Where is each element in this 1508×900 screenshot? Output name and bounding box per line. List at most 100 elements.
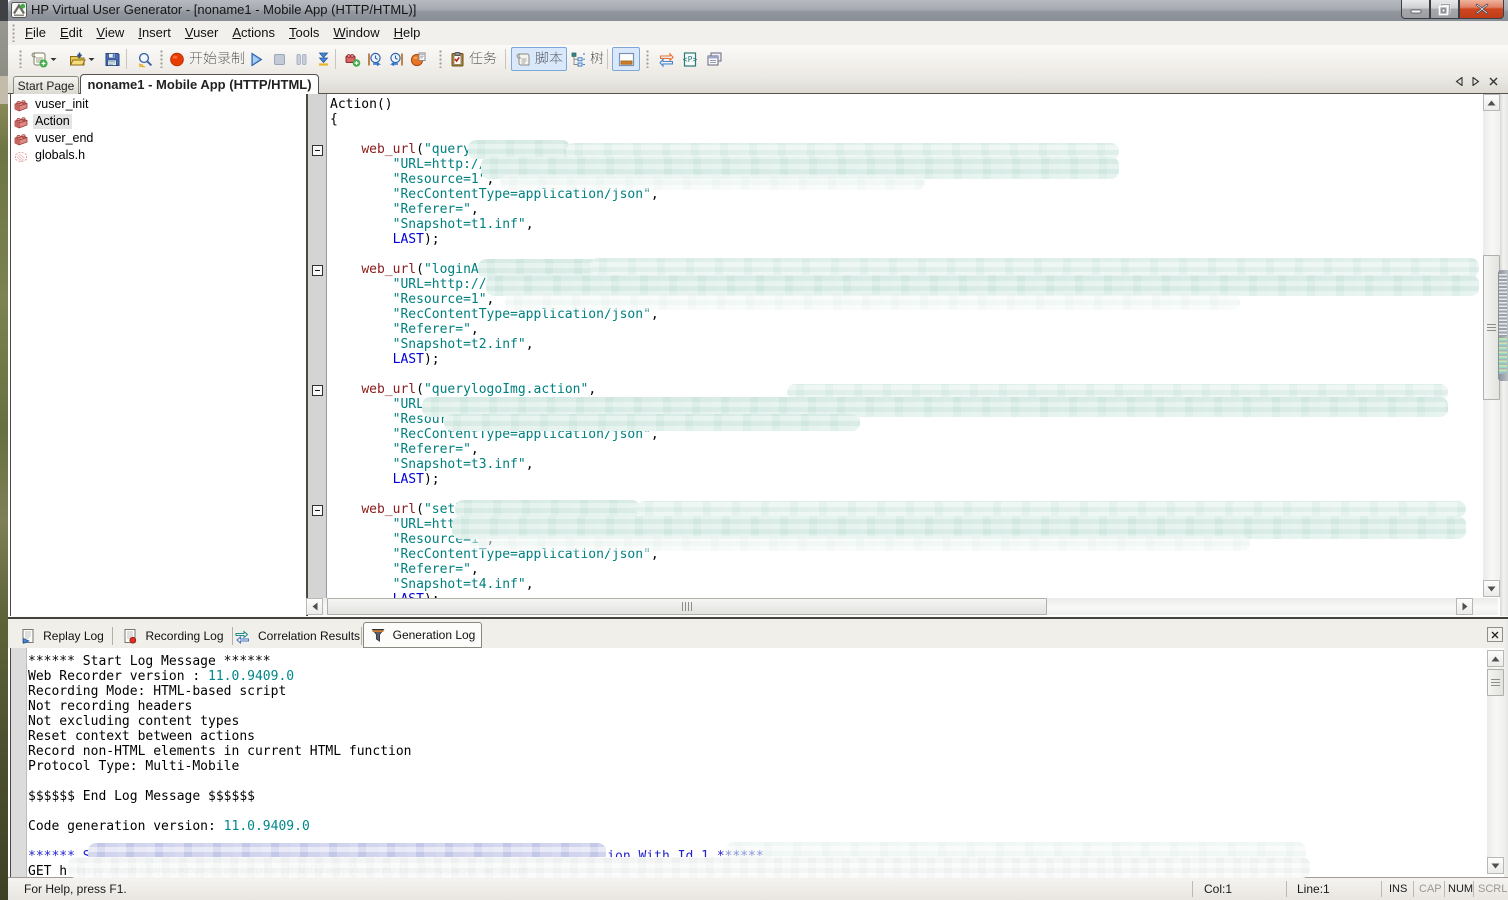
new-script-icon [31, 51, 48, 68]
rerun-button[interactable] [384, 47, 408, 71]
fold-collapse-box[interactable] [312, 505, 323, 516]
results-icon [410, 51, 427, 68]
dropdown-arrow-icon[interactable] [88, 57, 95, 62]
find-button[interactable] [132, 47, 158, 71]
code-segment-s: "querylogoImg.action" [424, 382, 588, 397]
redaction-blur [636, 501, 1466, 517]
globals-icon [13, 149, 29, 163]
scrollbar-thumb[interactable] [327, 598, 1047, 615]
scroll-right-button[interactable] [1456, 598, 1473, 615]
code-segment-f: web_url [361, 262, 416, 277]
tab-scroll-right-icon[interactable] [1472, 77, 1480, 86]
code-segment-p: , [526, 577, 534, 592]
restore-button[interactable] [1430, 0, 1459, 19]
code-line: Record non-HTML elements in current HTML… [28, 744, 1488, 759]
menu-item-insert[interactable]: Insert [131, 21, 178, 45]
code-line: Web Recorder version : 11.0.9409.0 [28, 669, 1488, 684]
scroll-down-button[interactable] [1483, 580, 1500, 597]
status-flag-cap: CAP [1419, 883, 1442, 895]
test-results-button[interactable] [406, 47, 430, 71]
open-script-button[interactable] [64, 47, 100, 71]
menu-item-edit[interactable]: Edit [53, 21, 89, 45]
new-script-button[interactable] [26, 47, 62, 71]
scroll-up-button[interactable] [1487, 650, 1504, 667]
output-close-button[interactable] [1487, 627, 1503, 642]
status-flag-ins: INS [1389, 883, 1407, 895]
code-segment-p [330, 187, 393, 202]
output-tab-correlation-results[interactable]: Correlation Results [234, 624, 360, 648]
script-view-button[interactable] [511, 47, 567, 71]
code-segment-p [330, 577, 393, 592]
output-tab-label: Replay Log [43, 629, 104, 643]
code-line [28, 774, 1488, 789]
fold-collapse-box[interactable] [312, 265, 323, 276]
scroll-left-button[interactable] [306, 598, 323, 615]
swap-protocol-button[interactable] [654, 47, 678, 71]
runtime-settings-button[interactable] [340, 47, 364, 71]
window-list-button[interactable] [702, 47, 726, 71]
code-line: LAST); [330, 472, 1481, 487]
code-segment-k: Code generation version: [28, 819, 224, 834]
background-scrollbar-ticks [1499, 338, 1507, 374]
code-line [28, 804, 1488, 819]
doc-tab-active[interactable]: noname1 - Mobile App (HTTP/HTML) [80, 74, 319, 94]
compile-button[interactable] [311, 47, 335, 71]
pause-button[interactable] [289, 47, 313, 71]
menu-bar: FileEditViewInsertVuserActionsToolsWindo… [8, 21, 1508, 46]
close-button[interactable] [1459, 0, 1504, 19]
scroll-up-button[interactable] [1483, 94, 1500, 111]
screen: HP Virtual User Generator - [noname1 - M… [0, 0, 1508, 900]
code-segment-p [330, 337, 393, 352]
tree-view-button[interactable] [568, 47, 606, 71]
minimize-button[interactable] [1401, 0, 1430, 19]
tab-scroll-left-icon[interactable] [1455, 77, 1463, 86]
tree-item-globals-h[interactable]: globals.h [12, 147, 87, 164]
code-segment-s: "Resource=1" [393, 172, 487, 187]
dropdown-arrow-icon[interactable] [50, 57, 57, 62]
output-tab-recording-log[interactable]: Recording Log [114, 624, 232, 648]
code-segment-s: "Referer=" [393, 562, 471, 577]
tasks-button[interactable] [446, 47, 500, 71]
status-help-text: For Help, press F1. [24, 882, 127, 896]
save-button[interactable] [100, 47, 124, 71]
output-tab-generation-log[interactable]: Generation Log [363, 622, 482, 648]
menu-item-vuser[interactable]: Vuser [178, 21, 226, 45]
menu-item-actions[interactable]: Actions [225, 21, 282, 45]
doc-tab-start-page[interactable]: Start Page [13, 76, 79, 94]
code-line: "Referer=", [330, 202, 1481, 217]
menu-item-view[interactable]: View [89, 21, 131, 45]
menu-item-file[interactable]: File [18, 21, 53, 45]
fold-collapse-box[interactable] [312, 385, 323, 396]
window-buttons [1401, 0, 1504, 19]
tree-item-label: Action [33, 114, 72, 129]
output-tab-replay-log[interactable]: Replay Log [14, 624, 110, 648]
code-segment-p [330, 547, 393, 562]
run-vuser-button[interactable] [244, 47, 268, 71]
menu-item-help[interactable]: Help [387, 21, 428, 45]
replay-log-goto-button[interactable] [362, 47, 386, 71]
output-window-toggle-button[interactable] [612, 47, 640, 71]
fold-collapse-box[interactable] [312, 145, 323, 156]
start-record-button[interactable] [166, 47, 248, 71]
code-segment-k: Protocol Type: Multi-Mobile [28, 759, 239, 774]
code-segment-p [330, 322, 393, 337]
menu-item-window[interactable]: Window [326, 21, 386, 45]
menu-item-tools[interactable]: Tools [282, 21, 326, 45]
page-source-button[interactable]: <P> [678, 47, 702, 71]
tree-item-Action[interactable]: Action [12, 113, 72, 130]
scroll-down-button[interactable] [1487, 857, 1504, 874]
output-close-icon [1491, 631, 1499, 639]
code-segment-f: web_url [361, 142, 416, 157]
tree-icon [570, 51, 587, 68]
redaction-blur [68, 857, 1310, 878]
scrollbar-corner [1473, 598, 1498, 615]
menubar-grip[interactable] [12, 24, 15, 42]
recording-log-icon [122, 628, 138, 645]
scrollbar-thumb[interactable] [1487, 669, 1504, 696]
document-tab-bar: Start Pagenoname1 - Mobile App (HTTP/HTM… [8, 73, 1508, 94]
tree-item-vuser_init[interactable]: vuser_init [12, 96, 91, 113]
tree-item-vuser_end[interactable]: vuser_end [12, 130, 95, 147]
tab-close-icon[interactable] [1489, 77, 1498, 86]
stop-button[interactable] [267, 47, 291, 71]
window-list-icon [706, 51, 723, 68]
